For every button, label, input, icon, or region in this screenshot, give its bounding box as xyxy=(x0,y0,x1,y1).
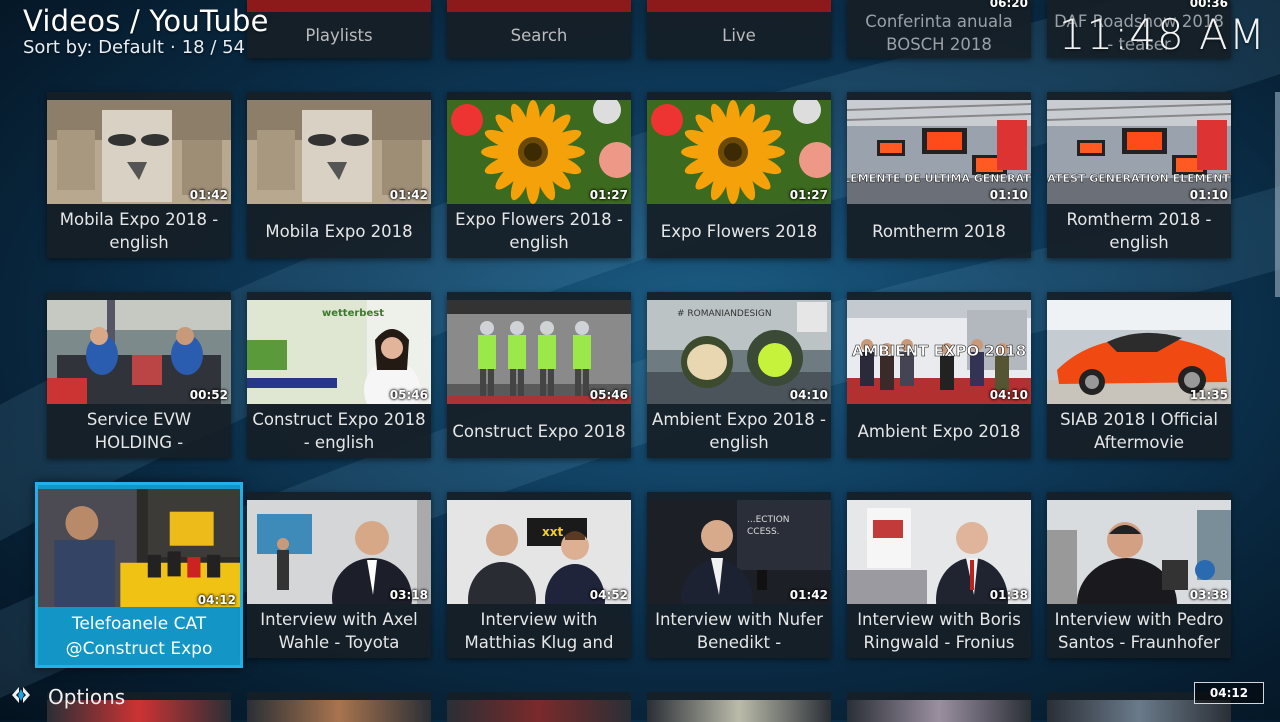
thumbnail-strip xyxy=(647,0,831,12)
svg-text:CCESS.: CCESS. xyxy=(747,527,780,537)
video-tile-top-3[interactable]: Conferinta anuala BOSCH 2018 06:20 xyxy=(847,0,1031,58)
tile-label: SIAB 2018 I Official Aftermovie xyxy=(1060,410,1218,452)
tile-label: Romtherm 2018 xyxy=(872,221,1006,241)
tile-label: Playlists xyxy=(305,25,373,45)
thumbnail-caption: AMBIENT EXPO 2018 xyxy=(852,342,1026,360)
duration-label: 01:38 xyxy=(989,588,1028,602)
duration-label: 00:36 xyxy=(1189,0,1228,10)
video-tile[interactable]: 01:27 Expo Flowers 2018 - english xyxy=(447,92,631,258)
video-tile-bottom[interactable] xyxy=(447,692,631,722)
duration-label: 03:38 xyxy=(1189,588,1228,602)
tile-label: Construct Expo 2018 - english xyxy=(252,410,426,452)
separator-dot: · xyxy=(169,37,176,58)
duration-label: 04:10 xyxy=(789,388,828,402)
thumbnail-strip xyxy=(247,0,431,12)
options-label: Options xyxy=(48,685,126,709)
tile-label: Interview with Pedro Santos - Fraunhofer xyxy=(1054,610,1224,652)
video-tile[interactable]: xxt 04:52 Interview with Matthias Klug and xyxy=(447,492,631,658)
duration-label: 04:10 xyxy=(989,388,1028,402)
item-position: 18 / 54 xyxy=(181,37,246,58)
video-tile-bottom[interactable] xyxy=(847,692,1031,722)
duration-label: 06:20 xyxy=(989,0,1028,10)
tile-label: Live xyxy=(722,25,756,45)
video-tile[interactable]: 01:42 Mobila Expo 2018 xyxy=(247,92,431,258)
video-tile-top-1[interactable]: Search xyxy=(447,0,631,58)
video-tile-top-2[interactable]: Live xyxy=(647,0,831,58)
svg-text:wetterbest: wetterbest xyxy=(322,308,384,319)
thumbnail-strip xyxy=(447,0,631,12)
video-thumbnail xyxy=(247,700,431,722)
video-tile[interactable]: 03:18 Interview with Axel Wahle - Toyota xyxy=(247,492,431,658)
video-tile[interactable]: ELEMENTE DE ULTIMA GENERATIE 01:10 Romther… xyxy=(847,92,1031,258)
duration-label: 01:42 xyxy=(189,188,228,202)
video-thumbnail xyxy=(647,700,831,722)
duration-label: 01:42 xyxy=(389,188,428,202)
video-tile-bottom[interactable] xyxy=(247,692,431,722)
tile-label: Ambient Expo 2018 xyxy=(857,421,1021,441)
video-tile[interactable]: 01:38 Interview with Boris Ringwald - Fro… xyxy=(847,492,1031,658)
video-tile[interactable]: 00:52 Service EVW HOLDING - xyxy=(47,292,231,458)
thumbnail-caption: ELEMENTE DE ULTIMA GENERATIE xyxy=(847,172,1031,185)
tile-label: Romtherm 2018 - english xyxy=(1066,210,1212,252)
video-grid: Playlists Search Live Conferinta anuala BOS… xyxy=(0,0,1280,722)
duration-label: 04:52 xyxy=(589,588,628,602)
tile-label: Mobila Expo 2018 - english xyxy=(59,210,219,252)
thumbnail-caption: # ROMANIANDESIGN xyxy=(677,309,772,319)
tile-label: Telefoanele CAT @Construct Expo xyxy=(65,614,213,659)
tile-label: Expo Flowers 2018 xyxy=(660,221,818,241)
now-playing-time: 04:12 xyxy=(1194,682,1264,704)
tile-label: Interview with Nufer Benedikt - xyxy=(655,610,823,652)
tile-label: Search xyxy=(510,25,568,45)
tile-label: Mobila Expo 2018 xyxy=(265,221,413,241)
video-tile[interactable]: # ROMANIANDESIGN 04:10 Ambient Expo 2018 -… xyxy=(647,292,831,458)
thumbnail-caption: LATEST GENERATION ELEMENTS xyxy=(1047,172,1231,185)
video-tile[interactable]: 04:12 Telefoanele CAT @Construct Expo xyxy=(35,482,243,668)
tile-label: Expo Flowers 2018 - english xyxy=(455,210,623,252)
duration-label: 03:18 xyxy=(389,588,428,602)
duration-label: 00:52 xyxy=(189,388,228,402)
video-tile[interactable]: 11:35 SIAB 2018 I Official Aftermovie xyxy=(1047,292,1231,458)
tile-label: Interview with Boris Ringwald - Fronius xyxy=(857,610,1021,652)
video-tile[interactable]: ...ECTION CCESS. 01:42 Interview with Nufer… xyxy=(647,492,831,658)
video-tile-top-0[interactable]: Playlists xyxy=(247,0,431,58)
svg-text:xxt: xxt xyxy=(542,525,563,539)
duration-label: 01:27 xyxy=(589,188,628,202)
video-tile[interactable]: 03:38 Interview with Pedro Santos - Fraun… xyxy=(1047,492,1231,658)
tile-label: Conferinta anuala BOSCH 2018 xyxy=(865,12,1013,54)
tile-label: Construct Expo 2018 xyxy=(452,421,626,441)
tile-label: Interview with Matthias Klug and xyxy=(464,610,614,652)
video-tile[interactable]: wetterbest 05:46 Construct Expo 2018 - eng… xyxy=(247,292,431,458)
svg-text:...ECTION: ...ECTION xyxy=(747,515,790,525)
sort-info: Sort by: Default · 18 / 54 xyxy=(23,37,245,58)
tile-label: Ambient Expo 2018 - english xyxy=(652,410,826,452)
video-tile[interactable]: 01:42 Mobila Expo 2018 - english xyxy=(47,92,231,258)
video-tile[interactable]: LATEST GENERATION ELEMENTS 01:10 Romtherm … xyxy=(1047,92,1231,258)
video-thumbnail xyxy=(447,700,631,722)
duration-label: 11:35 xyxy=(1189,388,1228,402)
video-tile[interactable]: 01:27 Expo Flowers 2018 xyxy=(647,92,831,258)
video-thumbnail xyxy=(847,700,1031,722)
duration-label: 01:10 xyxy=(989,188,1028,202)
duration-label: 05:46 xyxy=(389,388,428,402)
duration-label: 01:27 xyxy=(789,188,828,202)
sort-label: Sort by: Default xyxy=(23,37,164,58)
options-button[interactable]: Options xyxy=(8,682,125,712)
tile-label: Interview with Axel Wahle - Toyota xyxy=(260,610,418,652)
tile-label: Service EVW HOLDING - xyxy=(86,410,192,452)
options-icon xyxy=(8,682,34,712)
video-thumbnail xyxy=(38,489,240,607)
duration-label: 01:42 xyxy=(789,588,828,602)
clock: 11:48 AM xyxy=(1058,10,1266,59)
duration-label: 04:12 xyxy=(197,593,236,607)
duration-label: 05:46 xyxy=(589,388,628,402)
video-tile-bottom[interactable] xyxy=(647,692,831,722)
video-tile[interactable]: 05:46 Construct Expo 2018 xyxy=(447,292,631,458)
duration-label: 01:10 xyxy=(1189,188,1228,202)
page-title: Videos / YouTube xyxy=(23,4,269,38)
video-tile[interactable]: AMBIENT EXPO 2018 04:10 Ambient Expo 2018 xyxy=(847,292,1031,458)
